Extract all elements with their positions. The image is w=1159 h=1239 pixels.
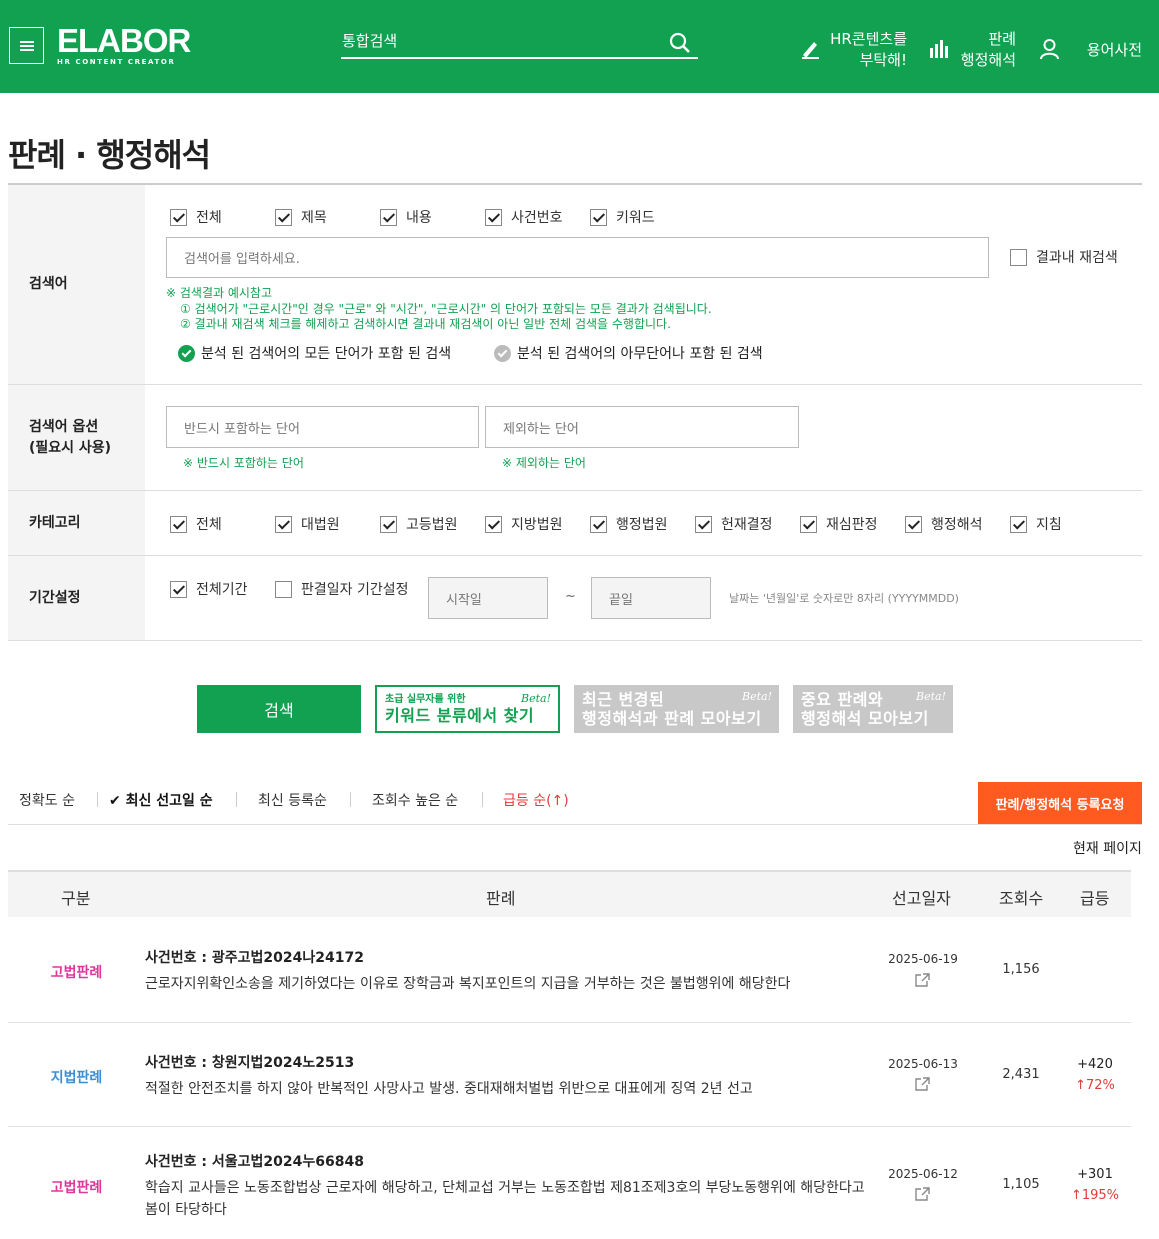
period-label: 기간설정	[8, 556, 145, 640]
exclude-note: ※ 제외하는 단어	[502, 456, 586, 470]
period-row: 기간설정 전체기간 판결일자 기간설정 시작일 ~ 끝일 날짜는 '년월일'로 …	[8, 556, 1142, 641]
case-title[interactable]: 적절한 안전조치를 하지 않아 반복적인 사망사고 발생. 중대재해처벌법 위반…	[145, 1078, 870, 1100]
keyword-label: 검색어	[8, 185, 145, 384]
divider	[350, 792, 351, 807]
date-hint: 날짜는 '년월일'로 숫자로만 8자리 (YYYYMMDD)	[729, 592, 959, 605]
range-tilde: ~	[565, 589, 576, 604]
search-button[interactable]: 검색	[197, 685, 361, 733]
category-checkbox-supreme[interactable]: 대법원	[275, 514, 340, 534]
dictionary-link[interactable]: 용어사전	[1080, 40, 1142, 61]
sort-latest-decision[interactable]: ✔ 최신 선고일 순	[109, 790, 213, 810]
keyword-input[interactable]: 검색어를 입력하세요.	[166, 237, 989, 278]
table-row[interactable]: 고법판례 사건번호 : 서울고법2024누66848 학습지 교사들은 노동조합…	[8, 1127, 1131, 1239]
category-checkbox-high[interactable]: 고등법원	[380, 514, 458, 534]
options-label: 검색어 옵션 (필요시 사용)	[8, 385, 145, 490]
check-circle-icon	[494, 344, 511, 362]
divider	[97, 792, 98, 807]
divider	[482, 792, 483, 807]
sort-views[interactable]: 조회수 높은 순	[372, 790, 458, 810]
search-note-2: ② 결과내 재검색 체크를 해제하고 검색하시면 결과내 재검색이 아닌 일반 …	[180, 317, 671, 331]
sort-rising[interactable]: 급등 순(↑)	[503, 790, 569, 810]
start-date-input[interactable]: 시작일	[428, 577, 548, 619]
important-cases-button[interactable]: Beta! 중요 판례와 행정해석 모아보기	[793, 685, 953, 733]
category-checkbox-all[interactable]: 전체	[170, 514, 222, 534]
sort-accuracy[interactable]: 정확도 순	[19, 790, 75, 810]
decision-date: 2025-06-13	[888, 1057, 958, 1071]
case-title[interactable]: 근로자지위확인소송을 제기하였다는 이유로 장학금과 복지포인트의 지급을 거부…	[145, 973, 870, 995]
category-badge: 고법판례	[50, 965, 103, 981]
all-period-checkbox[interactable]: 전체기간	[170, 579, 248, 599]
category-checkbox-guideline[interactable]: 지침	[1010, 514, 1062, 534]
table-row[interactable]: 지법판례 사건번호 : 창원지법2024노2513 적절한 안전조치를 하지 않…	[8, 1023, 1131, 1127]
check-icon: ✔	[109, 793, 126, 809]
divider	[236, 792, 237, 807]
keyword-row: 검색어 전체 제목 내용 사건번호 키워드 검색어를 입력하세요. 결과내 재검…	[8, 185, 1142, 385]
match-any-radio[interactable]: 분석 된 검색어의 아무단어나 포함 된 검색	[494, 343, 763, 363]
user-icon[interactable]	[1039, 38, 1060, 60]
top-header: ELABOR HR CONTENT CREATOR 통합검색 HR콘텐츠를 부탁…	[0, 0, 1159, 93]
include-note: ※ 반드시 포함하는 단어	[183, 456, 304, 470]
check-circle-icon	[178, 344, 195, 362]
current-page-label: 현재 페이지	[1073, 841, 1142, 857]
sort-latest-registered[interactable]: 최신 등록순	[258, 790, 327, 810]
decision-date: 2025-06-19	[888, 952, 958, 966]
register-request-button[interactable]: 판례/행정해석 등록요청	[978, 782, 1142, 824]
view-count: 1,105	[1002, 1177, 1040, 1192]
external-link-icon[interactable]	[915, 1187, 930, 1201]
rise-value: +301 ↑195%	[1070, 1167, 1120, 1203]
view-count: 2,431	[1002, 1067, 1040, 1082]
case-title[interactable]: 학습지 교사들은 노동조합법상 근로자에 해당하고, 단체교섭 거부는 노동조합…	[145, 1177, 870, 1221]
external-link-icon[interactable]	[915, 973, 930, 987]
category-checkbox-review[interactable]: 재심판정	[800, 514, 878, 534]
divider	[8, 824, 1142, 825]
case-number[interactable]: 사건번호 : 서울고법2024누66848	[145, 1151, 364, 1171]
category-checkbox-admin-court[interactable]: 행정법원	[590, 514, 668, 534]
hr-content-request-link[interactable]: HR콘텐츠를 부탁해!	[822, 29, 907, 71]
table-row[interactable]: 고법판례 사건번호 : 광주고법2024나24172 근로자지위확인소송을 제기…	[8, 917, 1131, 1023]
results-table-header: 구분 판례 선고일자 조회수 급등	[8, 870, 1131, 917]
search-note-1: ① 검색어가 "근로시간"인 경우 "근로" 와 "시간", "근로시간" 의 …	[180, 302, 712, 316]
field-checkbox-title[interactable]: 제목	[275, 207, 327, 227]
search-note-title: ※ 검색결과 예시참고	[166, 286, 273, 300]
keyword-options-row: 검색어 옵션 (필요시 사용) 반드시 포함하는 단어 제외하는 단어 ※ 반드시…	[8, 385, 1142, 491]
page-title: 판례 · 행정해석	[8, 136, 211, 174]
case-number[interactable]: 사건번호 : 창원지법2024노2513	[145, 1052, 354, 1072]
category-label: 카테고리	[8, 491, 145, 555]
decision-date: 2025-06-12	[888, 1167, 958, 1181]
category-row: 카테고리 전체 대법원 고등법원 지방법원 행정법원 헌재결정 재심판정 행정해…	[8, 491, 1142, 556]
category-checkbox-district[interactable]: 지방법원	[485, 514, 563, 534]
category-checkbox-constitutional[interactable]: 헌재결정	[695, 514, 773, 534]
rise-value: +420 ↑72%	[1075, 1057, 1115, 1093]
exclude-words-input[interactable]: 제외하는 단어	[485, 406, 799, 448]
menu-icon	[19, 44, 34, 47]
pencil-icon	[802, 42, 819, 59]
field-checkbox-case-no[interactable]: 사건번호	[485, 207, 563, 227]
field-checkbox-all[interactable]: 전체	[170, 207, 222, 227]
category-checkbox-interpretation[interactable]: 행정해석	[905, 514, 983, 534]
field-checkbox-keyword[interactable]: 키워드	[590, 207, 655, 227]
field-checkbox-content[interactable]: 내용	[380, 207, 432, 227]
global-search-input[interactable]: 통합검색	[341, 28, 698, 59]
search-icon[interactable]	[668, 31, 692, 55]
include-words-input[interactable]: 반드시 포함하는 단어	[166, 406, 479, 448]
hamburger-menu-button[interactable]	[9, 27, 44, 64]
external-link-icon[interactable]	[915, 1077, 930, 1091]
logo[interactable]: ELABOR HR CONTENT CREATOR	[57, 24, 191, 66]
case-number[interactable]: 사건번호 : 광주고법2024나24172	[145, 947, 364, 967]
research-checkbox[interactable]: 결과내 재검색	[1010, 247, 1118, 267]
recent-changes-button[interactable]: Beta! 최근 변경된 행정해석과 판례 모아보기	[574, 685, 779, 733]
category-badge: 지법판례	[50, 1070, 103, 1086]
keyword-category-button[interactable]: Beta! 초급 실무자를 위한 키워드 분류에서 찾기	[375, 685, 560, 733]
category-badge: 고법판례	[50, 1180, 103, 1196]
cases-interpretation-link[interactable]: 판례 행정해석	[945, 29, 1016, 71]
view-count: 1,156	[1002, 962, 1040, 977]
end-date-input[interactable]: 끝일	[591, 577, 711, 619]
match-all-radio[interactable]: 분석 된 검색어의 모든 단어가 포함 된 검색	[178, 343, 451, 363]
date-range-checkbox[interactable]: 판결일자 기간설정	[275, 579, 409, 599]
